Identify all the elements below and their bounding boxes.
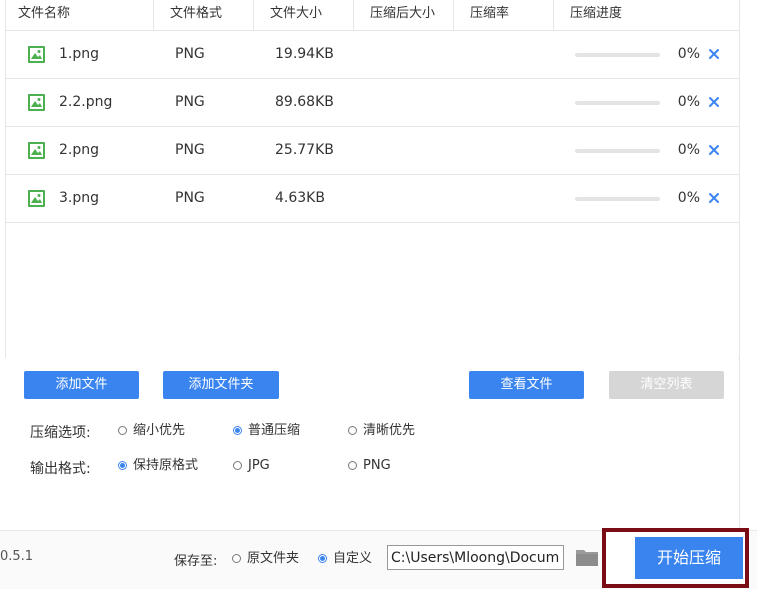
progress-percent: 0% [677,94,700,110]
file-name: 2.2.png [59,94,113,110]
add-folder-button[interactable]: 添加文件夹 [163,371,279,399]
header-compressed-size[interactable]: 压缩后大小 [354,0,454,30]
output-format-label: 输出格式: [30,461,91,477]
file-size: 89.68KB [275,94,334,110]
file-size: 4.63KB [275,190,325,206]
header-file-size[interactable]: 文件大小 [254,0,354,30]
radio-label: 缩小优先 [133,423,186,438]
file-name: 1.png [59,46,100,62]
radio-label: JPG [248,458,270,473]
radio-original-folder[interactable]: 原文件夹 [232,551,299,567]
radio-normal-compression[interactable]: 普通压缩 [233,423,300,439]
progress-bar [575,101,660,105]
radio-label: PNG [363,458,391,473]
progress-bar [575,53,660,57]
file-table: 文件名称 文件格式 文件大小 压缩后大小 压缩率 压缩进度 1.png PNG … [5,0,740,359]
radio-indicator [348,461,357,470]
radio-indicator [318,554,327,563]
table-row[interactable]: 1.png PNG 19.94KB 0% [6,31,739,79]
radio-indicator [232,554,241,563]
start-compression-button[interactable]: 开始压缩 [635,537,743,579]
radio-format-png[interactable]: PNG [348,458,391,474]
radio-label: 清晰优先 [363,423,416,438]
table-row[interactable]: 2.2.png PNG 89.68KB 0% [6,79,739,127]
close-icon[interactable] [706,46,722,62]
progress-bar [575,197,660,201]
radio-keep-original-format[interactable]: 保持原格式 [118,458,198,474]
radio-label: 普通压缩 [248,423,301,438]
progress-percent: 0% [677,190,700,206]
controls-panel: 添加文件 添加文件夹 查看文件 清空列表 压缩选项: 缩小优先 普通压缩 清晰优… [5,358,738,530]
radio-clarity-priority[interactable]: 清晰优先 [348,423,415,439]
close-icon[interactable] [706,94,722,110]
radio-indicator [118,461,127,470]
save-path-input[interactable] [387,545,564,570]
table-header: 文件名称 文件格式 文件大小 压缩后大小 压缩率 压缩进度 [6,0,739,31]
compression-options-label: 压缩选项: [30,425,91,441]
file-format: PNG [175,46,205,62]
radio-label: 自定义 [333,551,373,566]
header-file-name[interactable]: 文件名称 [6,0,154,30]
background-window-edge [739,0,757,588]
progress-percent: 0% [677,46,700,62]
file-format: PNG [175,94,205,110]
image-file-icon [28,190,45,207]
radio-format-jpg[interactable]: JPG [233,458,270,474]
radio-indicator [233,461,242,470]
file-format: PNG [175,142,205,158]
add-file-button[interactable]: 添加文件 [24,371,139,399]
radio-size-priority[interactable]: 缩小优先 [118,423,185,439]
save-to-label: 保存至: [174,554,218,569]
file-format: PNG [175,190,205,206]
clear-list-button[interactable]: 清空列表 [609,371,724,399]
folder-icon[interactable] [575,546,599,568]
table-row[interactable]: 3.png PNG 4.63KB 0% [6,175,739,223]
radio-label: 保持原格式 [133,458,199,473]
close-icon[interactable] [706,190,722,206]
radio-indicator [348,426,357,435]
file-name: 2.png [59,142,100,158]
radio-indicator [118,426,127,435]
view-file-button[interactable]: 查看文件 [469,371,584,399]
radio-label: 原文件夹 [247,551,300,566]
progress-percent: 0% [677,142,700,158]
close-icon[interactable] [706,142,722,158]
table-row[interactable]: 2.png PNG 25.77KB 0% [6,127,739,175]
image-file-icon [28,142,45,159]
image-file-icon [28,94,45,111]
file-size: 25.77KB [275,142,334,158]
radio-custom-folder[interactable]: 自定义 [318,551,372,567]
header-compression-ratio[interactable]: 压缩率 [454,0,554,30]
image-file-icon [28,46,45,63]
file-name: 3.png [59,190,100,206]
header-file-format[interactable]: 文件格式 [154,0,254,30]
compressor-window: 文件名称 文件格式 文件大小 压缩后大小 压缩率 压缩进度 1.png PNG … [0,0,740,588]
radio-indicator [233,426,242,435]
file-size: 19.94KB [275,46,334,62]
progress-bar [575,149,660,153]
version-label: 0.5.1 [0,549,34,564]
header-compression-progress[interactable]: 压缩进度 [554,0,739,30]
